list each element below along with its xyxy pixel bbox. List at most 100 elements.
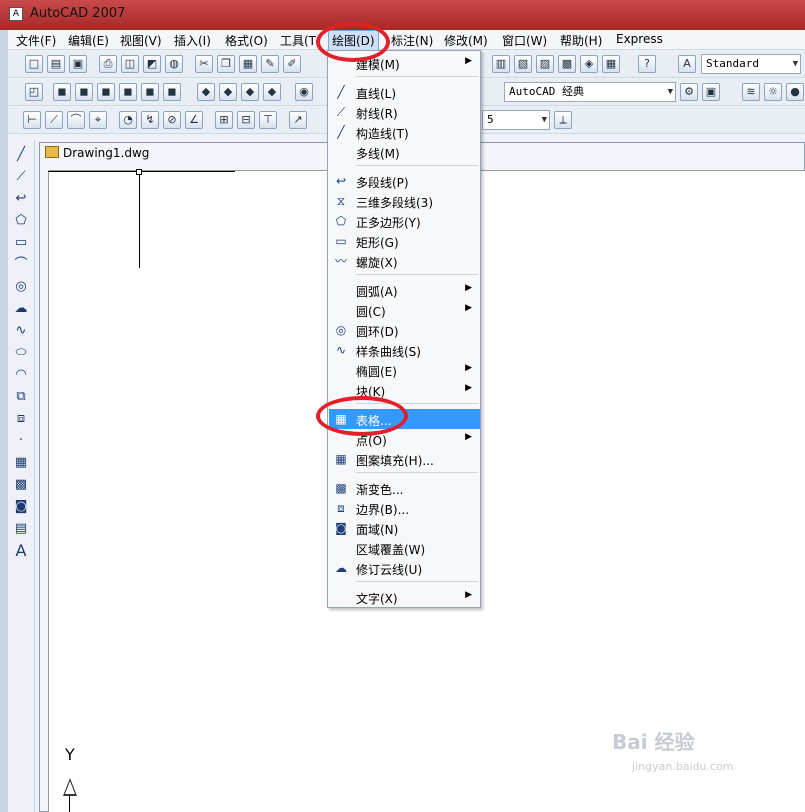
menu-file[interactable]: 文件(F)	[16, 32, 56, 49]
menu-item-ellipse[interactable]: 椭圆(E) ▶	[329, 360, 480, 380]
leader-icon[interactable]: ↗	[289, 111, 307, 129]
aligned-dim-icon[interactable]: ⟋	[45, 111, 63, 129]
menu-tools[interactable]: 工具(T	[280, 32, 316, 49]
jogged-icon[interactable]: ↯	[141, 111, 159, 129]
view-back-icon[interactable]: ◼	[163, 83, 181, 101]
block-editor-icon[interactable]: ✐	[283, 55, 301, 73]
ordinate-icon[interactable]: ⌖	[89, 111, 107, 129]
point-icon[interactable]: ·	[12, 432, 30, 450]
iso-nw-icon[interactable]: ◆	[263, 83, 281, 101]
menu-item-region[interactable]: ◙ 面域(N)	[329, 518, 480, 538]
menu-item-ray[interactable]: ⟋ 射线(R)	[329, 102, 480, 122]
print-icon[interactable]: ⎙	[99, 55, 117, 73]
menu-item-spline[interactable]: ∿ 样条曲线(S)	[329, 340, 480, 360]
save-workspace-icon[interactable]: ▣	[702, 83, 720, 101]
radius-icon[interactable]: ◔	[119, 111, 137, 129]
3d-dwf-icon[interactable]: ◍	[165, 55, 183, 73]
menu-item-mline[interactable]: 多线(M)	[329, 142, 480, 162]
menu-item-3dpoly[interactable]: ⧖ 三维多段线(3)	[329, 191, 480, 211]
view-front-icon[interactable]: ◼	[141, 83, 159, 101]
line-icon[interactable]: ╱	[12, 146, 30, 164]
region-icon[interactable]: ◙	[12, 498, 30, 516]
arc-length-icon[interactable]: ⌒	[67, 111, 85, 129]
save-icon[interactable]: ▣	[69, 55, 87, 73]
properties-icon[interactable]: ▥	[492, 55, 510, 73]
copy-icon[interactable]: ❐	[217, 55, 235, 73]
publish-icon[interactable]: ◩	[143, 55, 161, 73]
menu-edit[interactable]: 编辑(E)	[68, 32, 109, 49]
view-right-icon[interactable]: ◼	[119, 83, 137, 101]
table-icon[interactable]: ▤	[12, 520, 30, 538]
menu-item-text[interactable]: 文字(X) ▶	[329, 587, 480, 607]
mtext-icon[interactable]: A	[12, 542, 30, 560]
dim-update-icon[interactable]: ⟂	[554, 111, 572, 129]
insert-block-icon[interactable]: ⧉	[12, 388, 30, 406]
view-bottom-icon[interactable]: ◼	[75, 83, 93, 101]
menu-item-helix[interactable]: 〰 螺旋(X)	[329, 251, 480, 271]
match-properties-icon[interactable]: ✎	[261, 55, 279, 73]
iso-sw-icon[interactable]: ◆	[197, 83, 215, 101]
open-icon[interactable]: ▤	[47, 55, 65, 73]
ellipse-icon[interactable]: ⬭	[12, 344, 30, 362]
view-left-icon[interactable]: ◼	[97, 83, 115, 101]
menu-help[interactable]: 帮助(H)	[560, 32, 602, 49]
hatch-icon[interactable]: ▦	[12, 454, 30, 472]
gradient-icon[interactable]: ▩	[12, 476, 30, 494]
iso-se-icon[interactable]: ◆	[219, 83, 237, 101]
menu-window[interactable]: 窗口(W)	[502, 32, 547, 49]
menu-modify[interactable]: 修改(M)	[444, 32, 488, 49]
menu-express[interactable]: Express	[616, 32, 663, 46]
menu-item-line[interactable]: ╱ 直线(L)	[329, 82, 480, 102]
menu-item-donut[interactable]: ◎ 圆环(D)	[329, 320, 480, 340]
rectangle-icon[interactable]: ▭	[12, 234, 30, 252]
menu-item-revcloud[interactable]: ☁ 修订云线(U)	[329, 558, 480, 578]
menu-item-hatch[interactable]: ▦ 图案填充(H)...	[329, 449, 480, 469]
layers-icon[interactable]: ≋	[742, 83, 760, 101]
camera-icon[interactable]: ◉	[295, 83, 313, 101]
menu-insert[interactable]: 插入(I)	[174, 32, 211, 49]
iso-ne-icon[interactable]: ◆	[241, 83, 259, 101]
quick-dim-icon[interactable]: ⊞	[215, 111, 233, 129]
cut-icon[interactable]: ✂	[195, 55, 213, 73]
sun-icon[interactable]: ●	[786, 83, 804, 101]
document-tab[interactable]: Drawing1.dwg	[45, 146, 149, 168]
xline-icon[interactable]: ⟋	[12, 168, 30, 186]
menu-item-polyline[interactable]: ↩ 多段线(P)	[329, 171, 480, 191]
circle-icon[interactable]: ◎	[12, 278, 30, 296]
continue-icon[interactable]: ⊤	[259, 111, 277, 129]
lineweight-select[interactable]: 5 ▼	[482, 110, 550, 130]
new-icon[interactable]: □	[25, 55, 43, 73]
preview-icon[interactable]: ◫	[121, 55, 139, 73]
polyline-icon[interactable]: ↩	[12, 190, 30, 208]
markup-icon[interactable]: ◈	[580, 55, 598, 73]
menu-item-polygon[interactable]: ⬠ 正多边形(Y)	[329, 211, 480, 231]
text-style-select[interactable]: Standard ▼	[701, 54, 801, 74]
view-top-icon[interactable]: ◼	[53, 83, 71, 101]
light-bulb-icon[interactable]: ☼	[764, 83, 782, 101]
paste-icon[interactable]: ▦	[239, 55, 257, 73]
spline-icon[interactable]: ∿	[12, 322, 30, 340]
menu-item-circle[interactable]: 圆(C) ▶	[329, 300, 480, 320]
menu-format[interactable]: 格式(O)	[225, 32, 268, 49]
menu-item-boundary[interactable]: ⧈ 边界(B)...	[329, 498, 480, 518]
angular-icon[interactable]: ∠	[185, 111, 203, 129]
polygon-icon[interactable]: ⬠	[12, 212, 30, 230]
baseline-icon[interactable]: ⊟	[237, 111, 255, 129]
menu-item-gradient[interactable]: ▩ 渐变色...	[329, 478, 480, 498]
diameter-icon[interactable]: ⊘	[163, 111, 181, 129]
tool-palettes-icon[interactable]: ▨	[536, 55, 554, 73]
menu-item-xline[interactable]: ╱ 构造线(T)	[329, 122, 480, 142]
revcloud-icon[interactable]: ☁	[12, 300, 30, 318]
menu-dimension[interactable]: 标注(N)	[391, 32, 433, 49]
menu-item-wipeout[interactable]: 区域覆盖(W)	[329, 538, 480, 558]
menu-item-rectangle[interactable]: ▭ 矩形(G)	[329, 231, 480, 251]
workspace-select[interactable]: AutoCAD 经典 ▼	[504, 82, 676, 102]
arc-icon[interactable]: ⌒	[12, 256, 30, 274]
menu-view[interactable]: 视图(V)	[120, 32, 162, 49]
help-icon[interactable]: ?	[638, 55, 656, 73]
workspace-settings-icon[interactable]: ⚙	[680, 83, 698, 101]
sheet-set-icon[interactable]: ▩	[558, 55, 576, 73]
ellipse-arc-icon[interactable]: ◠	[12, 366, 30, 384]
linear-dim-icon[interactable]: ⊢	[23, 111, 41, 129]
menu-item-arc[interactable]: 圆弧(A) ▶	[329, 280, 480, 300]
